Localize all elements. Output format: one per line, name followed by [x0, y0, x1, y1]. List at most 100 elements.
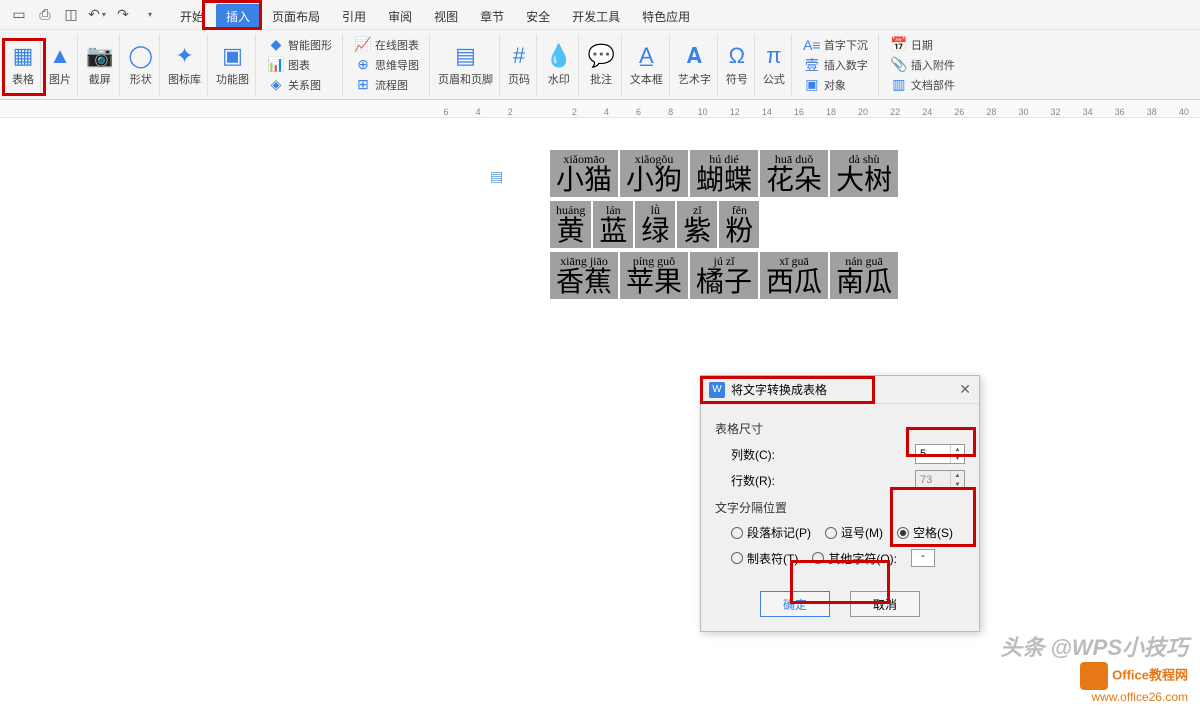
headerfooter-button[interactable]: ▤页眉和页脚	[438, 43, 493, 87]
print-icon[interactable]: ⎙	[34, 4, 56, 26]
headerfooter-icon: ▤	[455, 43, 476, 69]
text-row: xiǎomāo小猫 xiǎogǒu小狗 hú dié蝴蝶 huā duǒ花朵 d…	[550, 150, 898, 197]
text-row: xiāng jiāo香蕉 píng guǒ苹果 jú zǐ橘子 xī guā西瓜…	[550, 252, 898, 299]
redo-icon[interactable]: ↷	[112, 4, 134, 26]
screenshot-button[interactable]: 📷截屏	[86, 43, 113, 87]
tab-insert[interactable]: 插入	[216, 4, 260, 29]
chart-button[interactable]: 📊图表	[264, 56, 336, 74]
equation-button[interactable]: π公式	[763, 43, 785, 87]
other-char-input[interactable]: -	[911, 549, 935, 567]
onlinechart-button[interactable]: 📈在线图表	[351, 36, 423, 54]
tab-view[interactable]: 视图	[424, 4, 468, 29]
tab-features[interactable]: 特色应用	[632, 4, 700, 29]
watermark-line1: 头条 @WPS小技巧	[1000, 630, 1188, 662]
radio-comma[interactable]: 逗号(M)	[825, 524, 883, 541]
radio-space[interactable]: 空格(S)	[897, 524, 953, 541]
date-button[interactable]: 📅日期	[887, 36, 959, 54]
object-icon: ▣	[804, 77, 820, 93]
rows-value: 73	[920, 474, 932, 486]
dialog-titlebar: W 将文字转换成表格 ✕	[701, 376, 979, 404]
table-icon: ▦	[13, 43, 34, 69]
tab-start[interactable]: 开始	[170, 4, 214, 29]
watermark-url: www.office26.com	[1000, 690, 1188, 704]
radio-tab[interactable]: 制表符(T)	[731, 550, 798, 567]
tab-devtools[interactable]: 开发工具	[562, 4, 630, 29]
comment-button[interactable]: 💬批注	[587, 43, 614, 87]
dialog-title-text: 将文字转换成表格	[731, 381, 827, 398]
section-separator-label: 文字分隔位置	[715, 499, 965, 516]
horizontal-ruler: 642246810121416182022242628303234363840	[0, 100, 1200, 118]
close-icon[interactable]: ✕	[959, 381, 971, 398]
mindmap-icon: ⊕	[355, 57, 371, 73]
cancel-button[interactable]: 取消	[850, 591, 920, 617]
watermark-icon: 💧	[545, 43, 572, 69]
document-area[interactable]: ▤ xiǎomāo小猫 xiǎogǒu小狗 hú dié蝴蝶 huā duǒ花朵…	[0, 120, 1200, 710]
text-row: huáng黄 lán蓝 lǜ绿 zǐ紫 fěn粉	[550, 201, 898, 248]
paragraph-marker-icon: ▤	[490, 168, 503, 185]
office-logo-icon	[1080, 662, 1108, 690]
undo-icon[interactable]: ↶▾	[86, 4, 108, 26]
spinner-down-icon[interactable]: ▼	[951, 454, 964, 463]
wps-logo-icon: W	[709, 382, 725, 398]
radio-other[interactable]: 其他字符(O):	[812, 550, 897, 567]
columns-value: 5	[920, 448, 926, 460]
pagenum-icon: #	[513, 43, 525, 69]
spinner-up-icon[interactable]: ▲	[951, 445, 964, 454]
spinner-up-icon[interactable]: ▲	[951, 471, 964, 480]
table-button[interactable]: ▦ 表格	[12, 43, 34, 87]
chart-icon: 📊	[268, 57, 284, 73]
watermark: 头条 @WPS小技巧 Office教程网 www.office26.com	[1000, 630, 1188, 704]
featureimg-button[interactable]: ▣功能图	[216, 43, 249, 87]
docpart-button[interactable]: ▥文档部件	[887, 76, 959, 94]
iconlib-button[interactable]: ✦图标库	[168, 43, 201, 87]
spinner-down-icon[interactable]: ▼	[951, 480, 964, 489]
convert-text-to-table-dialog: W 将文字转换成表格 ✕ 表格尺寸 列数(C): 5 ▲▼ 行数(R): 73 …	[700, 375, 980, 632]
watermark-brand: Office教程网	[1112, 667, 1188, 682]
tab-layout[interactable]: 页面布局	[262, 4, 330, 29]
flowchart-button[interactable]: ⊞流程图	[351, 76, 423, 94]
smartshape-icon: ◆	[268, 37, 284, 53]
dropdown-icon[interactable]: ▾	[138, 4, 160, 26]
relation-icon: ◈	[268, 77, 284, 93]
rows-spinner[interactable]: 73 ▲▼	[915, 470, 965, 490]
textbox-icon: A̲	[639, 43, 654, 69]
mindmap-button[interactable]: ⊕思维导图	[351, 56, 423, 74]
dropcap-icon: A≡	[804, 37, 820, 53]
textbox-button[interactable]: A̲文本框	[630, 43, 663, 87]
paperclip-icon: 📎	[891, 57, 907, 73]
picture-icon: ▲	[49, 43, 71, 69]
tab-review[interactable]: 审阅	[378, 4, 422, 29]
equation-icon: π	[766, 43, 781, 69]
new-icon[interactable]: ▭	[8, 4, 30, 26]
main-tabs: 开始 插入 页面布局 引用 审阅 视图 章节 安全 开发工具 特色应用	[170, 4, 700, 29]
wordart-icon: 𝐀	[687, 43, 702, 69]
symbol-button[interactable]: Ω符号	[726, 43, 748, 87]
object-button[interactable]: ▣对象	[800, 76, 872, 94]
ribbon-insert: ▦ 表格 ▲图片 📷截屏 ◯形状 ✦图标库 ▣功能图 ◆智能图形 📊图表 ◈关系…	[0, 30, 1200, 100]
section-size-label: 表格尺寸	[715, 420, 965, 437]
shape-button[interactable]: ◯形状	[128, 43, 153, 87]
wordart-button[interactable]: 𝐀艺术字	[678, 43, 711, 87]
docpart-icon: ▥	[891, 77, 907, 93]
columns-spinner[interactable]: 5 ▲▼	[915, 444, 965, 464]
dropcap-button[interactable]: A≡首字下沉	[800, 36, 872, 54]
tab-reference[interactable]: 引用	[332, 4, 376, 29]
insertnum-button[interactable]: 壹插入数字	[800, 56, 872, 74]
featureimg-icon: ▣	[222, 43, 243, 69]
tab-security[interactable]: 安全	[516, 4, 560, 29]
picture-button[interactable]: ▲图片	[49, 43, 71, 87]
radio-paragraph[interactable]: 段落标记(P)	[731, 524, 811, 541]
tab-chapter[interactable]: 章节	[470, 4, 514, 29]
preview-icon[interactable]: ◫	[60, 4, 82, 26]
watermark-button[interactable]: 💧水印	[545, 43, 572, 87]
relation-button[interactable]: ◈关系图	[264, 76, 336, 94]
camera-icon: 📷	[86, 43, 113, 69]
rows-label: 行数(R):	[731, 472, 775, 489]
flowchart-icon: ⊞	[355, 77, 371, 93]
document-content: xiǎomāo小猫 xiǎogǒu小狗 hú dié蝴蝶 huā duǒ花朵 d…	[550, 150, 898, 303]
attachment-button[interactable]: 📎插入附件	[887, 56, 959, 74]
number-icon: 壹	[804, 57, 820, 73]
smartshape-button[interactable]: ◆智能图形	[264, 36, 336, 54]
pagenum-button[interactable]: #页码	[508, 43, 530, 87]
ok-button[interactable]: 确定	[760, 591, 830, 617]
